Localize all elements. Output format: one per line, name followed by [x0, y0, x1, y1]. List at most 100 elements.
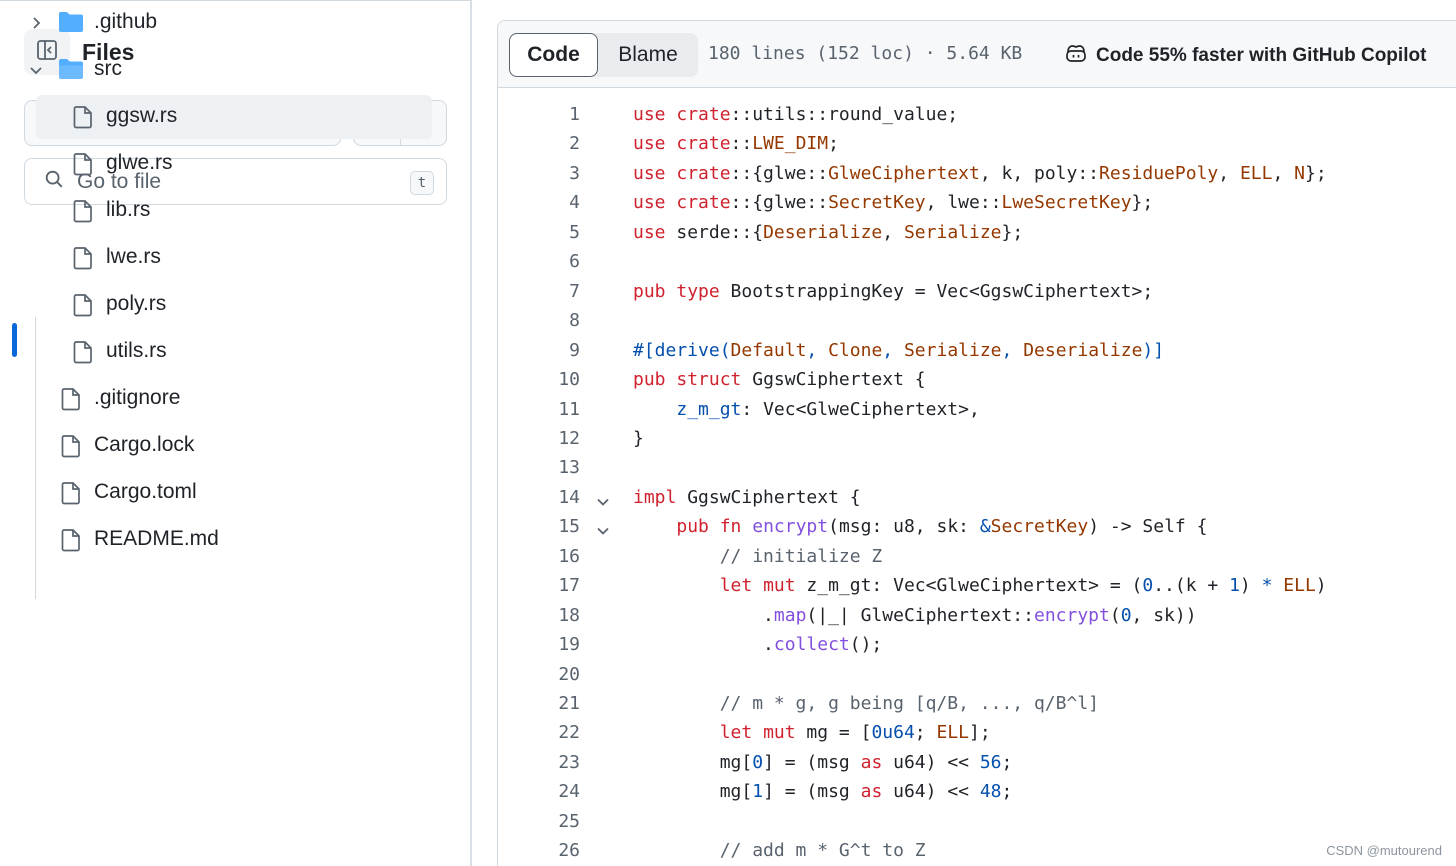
line-number[interactable]: 17 — [498, 571, 580, 600]
line-number[interactable]: 5 — [498, 218, 580, 247]
code-line-text: use crate::{glwe::SecretKey, lwe::LweSec… — [633, 192, 1154, 214]
tree-item-label: ggsw.rs — [106, 104, 178, 127]
tree-item-label: utils.rs — [106, 339, 167, 362]
code-line-text: impl GgswCiphertext { — [633, 486, 861, 508]
sidebar-resize-handle[interactable] — [470, 0, 472, 866]
code-line[interactable]: 15 pub fn encrypt(msg: u8, sk: &SecretKe… — [498, 512, 1456, 541]
code-line[interactable]: 18 .map(|_| GlweCiphertext::encrypt(0, s… — [498, 601, 1456, 630]
code-line[interactable]: 4 use crate::{glwe::SecretKey, lwe::LweSe… — [498, 188, 1456, 217]
line-number[interactable]: 9 — [498, 336, 580, 365]
code-line[interactable]: 13 — [498, 453, 1456, 482]
tree-file-item[interactable]: poly.rs — [0, 283, 440, 327]
line-number[interactable]: 16 — [498, 542, 580, 571]
code-line[interactable]: 12} — [498, 424, 1456, 453]
tree-file-item[interactable]: lwe.rs — [0, 236, 440, 280]
line-number[interactable]: 13 — [498, 453, 580, 482]
line-number[interactable]: 18 — [498, 601, 580, 630]
file-icon — [60, 481, 82, 505]
code-line[interactable]: 9 #[derive(Default, Clone, Serialize, Des… — [498, 336, 1456, 365]
file-icon — [60, 387, 82, 411]
code-line[interactable]: 14 impl GgswCiphertext { — [498, 483, 1456, 512]
code-line[interactable]: 16 // initialize Z — [498, 542, 1456, 571]
tree-file-item[interactable]: .gitignore — [0, 377, 440, 421]
tree-file-item[interactable]: lib.rs — [0, 189, 440, 233]
line-number[interactable]: 23 — [498, 748, 580, 777]
watermark: CSDN @mutourend — [1326, 843, 1442, 858]
line-number[interactable]: 3 — [498, 159, 580, 188]
line-number[interactable]: 25 — [498, 807, 580, 836]
folder-icon — [58, 11, 84, 33]
code-line-text: let mut z_m_gt: Vec<GlweCiphertext> = (0… — [719, 575, 1327, 597]
tree-file-item[interactable]: Cargo.lock — [0, 424, 440, 468]
tree-folder-item[interactable]: src — [0, 48, 440, 92]
code-line-text: use crate::LWE_DIM; — [633, 133, 839, 155]
copilot-icon — [1064, 41, 1088, 70]
tree-item-label: .gitignore — [94, 386, 181, 409]
fold-chevron-icon[interactable] — [595, 490, 611, 506]
tree-file-item[interactable]: README.md — [0, 518, 440, 562]
code-line[interactable]: 8 — [498, 306, 1456, 335]
code-line[interactable]: 7 pub type BootstrappingKey = Vec<GgswCip… — [498, 277, 1456, 306]
code-line[interactable]: 20 — [498, 660, 1456, 689]
line-number[interactable]: 14 — [498, 483, 580, 512]
chevron-right-icon[interactable] — [28, 15, 44, 31]
line-number[interactable]: 10 — [498, 365, 580, 394]
fold-chevron-icon[interactable] — [595, 519, 611, 536]
code-line[interactable]: 17 let mut z_m_gt: Vec<GlweCiphertext> =… — [498, 571, 1456, 600]
tree-file-item[interactable]: glwe.rs — [0, 142, 440, 186]
code-line[interactable]: 10 pub struct GgswCiphertext { — [498, 365, 1456, 394]
code-line[interactable]: 25 — [498, 807, 1456, 836]
tab-code[interactable]: Code — [509, 33, 598, 77]
code-line[interactable]: 5 use serde::{Deserialize, Serialize}; — [498, 218, 1456, 247]
line-number[interactable]: 15 — [498, 512, 580, 541]
tree-item-label: Cargo.toml — [94, 480, 197, 503]
code-line[interactable]: 21 // m * g, g being [q/B, ..., q/B^l] — [498, 689, 1456, 718]
code-line[interactable]: 1 use crate::utils::round_value; — [498, 100, 1456, 129]
file-icon — [60, 434, 82, 458]
file-icon — [60, 528, 82, 552]
code-line-text: use serde::{Deserialize, Serialize}; — [633, 221, 1024, 243]
copilot-promo-link[interactable]: Code 55% faster with GitHub Copilot — [1064, 41, 1426, 70]
tree-item-label: lib.rs — [106, 198, 151, 221]
tree-item-label: Cargo.lock — [94, 433, 195, 456]
code-line[interactable]: 11 z_m_gt: Vec<GlweCiphertext>, — [498, 395, 1456, 424]
code-line[interactable]: 2 use crate::LWE_DIM; — [498, 129, 1456, 158]
line-number[interactable]: 12 — [498, 424, 580, 453]
file-icon — [72, 293, 94, 317]
tree-item-label: lwe.rs — [106, 245, 161, 268]
line-number[interactable]: 7 — [498, 277, 580, 306]
tab-blame[interactable]: Blame — [598, 33, 698, 77]
file-icon — [72, 199, 94, 223]
line-number[interactable]: 6 — [498, 247, 580, 276]
line-number[interactable]: 20 — [498, 660, 580, 689]
line-number[interactable]: 26 — [498, 836, 580, 865]
tree-folder-item[interactable]: .github — [0, 1, 440, 45]
chevron-down-icon[interactable] — [28, 62, 44, 78]
tree-file-item[interactable]: utils.rs — [0, 330, 440, 374]
line-number[interactable]: 11 — [498, 395, 580, 424]
tree-item-label: README.md — [94, 527, 219, 550]
code-line-text: pub fn encrypt(msg: u8, sk: &SecretKey) … — [676, 516, 1208, 538]
code-line[interactable]: 3 use crate::{glwe::GlweCiphertext, k, po… — [498, 159, 1456, 188]
line-number[interactable]: 24 — [498, 777, 580, 806]
tree-file-item[interactable]: ggsw.rs — [36, 95, 432, 139]
code-line-text: mg[1] = (msg as u64) << 48; — [633, 781, 1013, 803]
tree-item-label: glwe.rs — [106, 151, 173, 174]
code-line[interactable]: 19 .collect(); — [498, 630, 1456, 659]
line-number[interactable]: 1 — [498, 100, 580, 129]
code-line[interactable]: 24 mg[1] = (msg as u64) << 48; — [498, 777, 1456, 806]
code-toolbar: Code Blame 180 lines (152 loc) · 5.64 KB… — [498, 21, 1456, 88]
tree-file-item[interactable]: Cargo.toml — [0, 471, 440, 515]
line-number[interactable]: 4 — [498, 188, 580, 217]
line-number[interactable]: 19 — [498, 630, 580, 659]
code-line-text: pub struct GgswCiphertext { — [633, 369, 926, 391]
code-line[interactable]: 22 let mut mg = [0u64; ELL]; — [498, 718, 1456, 747]
line-number[interactable]: 21 — [498, 689, 580, 718]
line-number[interactable]: 2 — [498, 129, 580, 158]
line-number[interactable]: 8 — [498, 306, 580, 335]
line-number[interactable]: 22 — [498, 718, 580, 747]
code-line[interactable]: 23 mg[0] = (msg as u64) << 56; — [498, 748, 1456, 777]
code-line[interactable]: 6 — [498, 247, 1456, 276]
code-line[interactable]: 26 // add m * G^t to Z — [498, 836, 1456, 865]
code-line-text: pub type BootstrappingKey = Vec<GgswCiph… — [633, 280, 1154, 302]
